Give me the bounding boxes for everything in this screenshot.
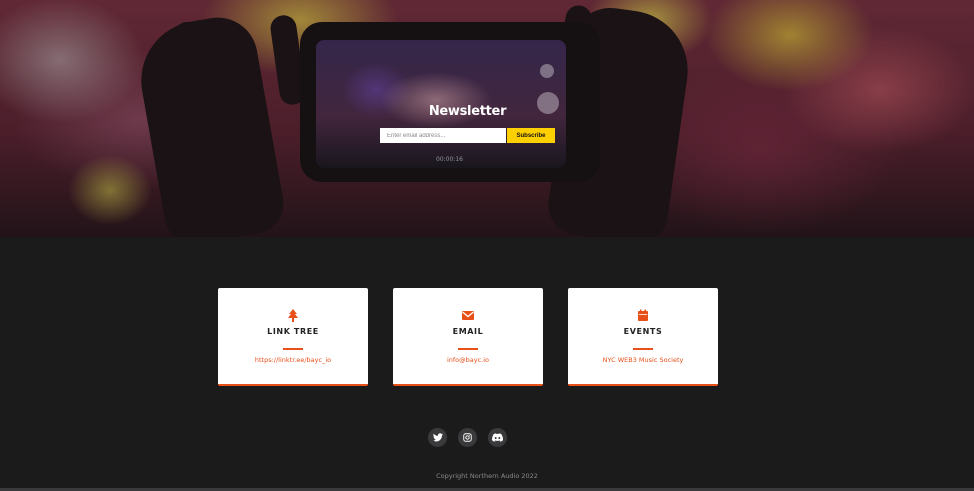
card-title: EVENTS [623, 327, 663, 336]
newsletter-title: Newsletter [428, 104, 507, 119]
card-title: LINK TREE [267, 327, 319, 336]
discord-icon [492, 433, 503, 442]
card-link[interactable]: info@bayc.io [393, 356, 543, 364]
card-link-tree: LINK TREE https://linktr.ee/bayc_io [218, 288, 368, 386]
card-divider [633, 348, 653, 350]
copyright-text: Copyright Northern Audio 2022 [436, 472, 538, 480]
instagram-icon [463, 433, 472, 442]
twitter-icon [432, 433, 443, 442]
card-link[interactable]: https://linktr.ee/bayc_io [218, 356, 368, 364]
card-divider [458, 348, 478, 350]
card-events: EVENTS NYC WEB3 Music Society [568, 288, 718, 386]
tree-icon [288, 309, 298, 322]
card-divider [283, 348, 303, 350]
twitter-button[interactable] [428, 428, 447, 447]
card-email: EMAIL info@bayc.io [393, 288, 543, 386]
phone-timer: 00:00:16 [436, 156, 463, 163]
discord-button[interactable] [488, 428, 507, 447]
subscribe-button[interactable]: Subscribe [507, 128, 555, 143]
email-input[interactable] [380, 128, 506, 143]
envelope-icon [462, 311, 474, 320]
instagram-button[interactable] [458, 428, 477, 447]
card-title: EMAIL [452, 327, 484, 336]
pause-icon [540, 64, 554, 78]
calendar-icon [638, 309, 648, 321]
card-link[interactable]: NYC WEB3 Music Society [568, 356, 718, 364]
